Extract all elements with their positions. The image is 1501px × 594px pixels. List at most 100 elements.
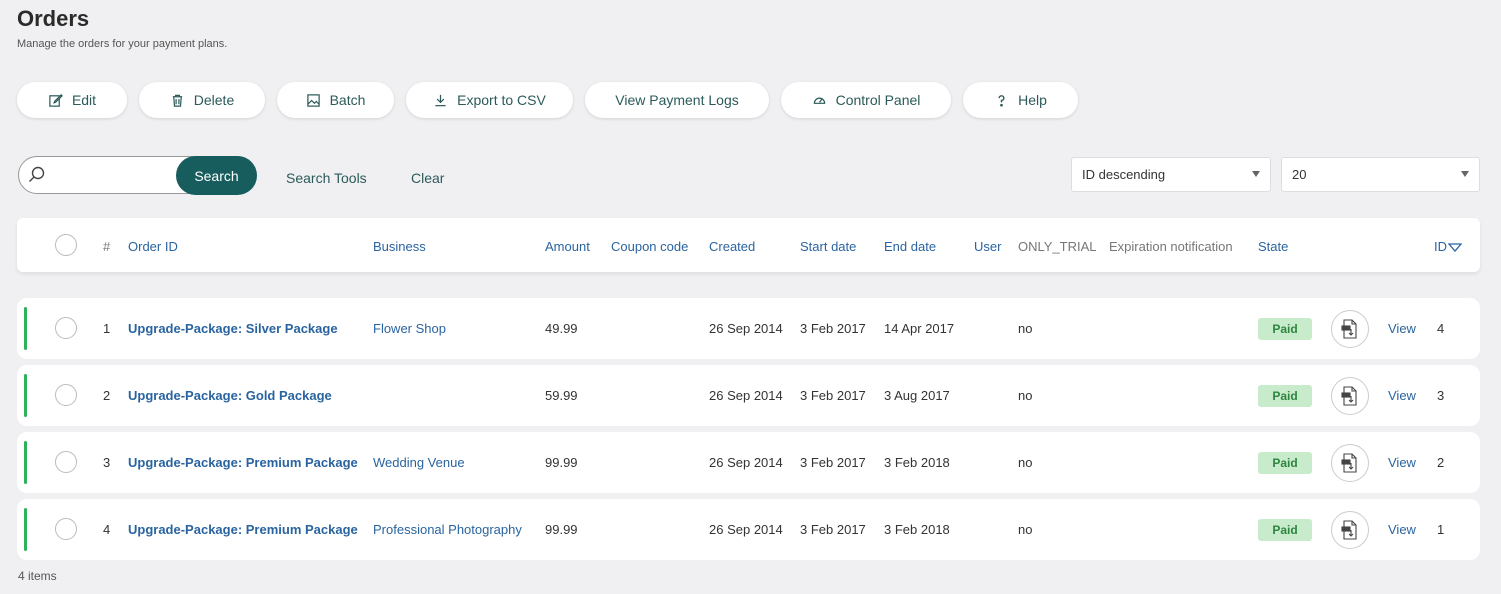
- delete-button[interactable]: Delete: [139, 82, 265, 118]
- pdf-download-button[interactable]: [1331, 511, 1369, 549]
- per-page-select-value: 20: [1292, 167, 1307, 182]
- start-date: 3 Feb 2017: [800, 522, 866, 537]
- row-id: 3: [1437, 388, 1445, 403]
- row-id: 2: [1437, 455, 1445, 470]
- view-payment-logs-label: View Payment Logs: [615, 92, 739, 108]
- header-user[interactable]: User: [974, 239, 1001, 254]
- pdf-download-button[interactable]: [1331, 377, 1369, 415]
- start-date: 3 Feb 2017: [800, 321, 866, 336]
- header-business[interactable]: Business: [373, 239, 426, 254]
- help-icon: [998, 94, 1005, 107]
- header-end-date[interactable]: End date: [884, 239, 936, 254]
- status-badge: Paid: [1258, 519, 1312, 541]
- start-date: 3 Feb 2017: [800, 455, 866, 470]
- amount: 99.99: [545, 455, 578, 470]
- header-expiration-notification: Expiration notification: [1109, 239, 1233, 254]
- image-icon: [306, 93, 320, 107]
- order-id-link[interactable]: Upgrade-Package: Premium Package: [128, 455, 358, 470]
- header-id[interactable]: ID: [1434, 239, 1463, 254]
- sort-select[interactable]: ID descending: [1071, 157, 1271, 192]
- batch-label: Batch: [329, 92, 366, 108]
- batch-button[interactable]: Batch: [277, 82, 394, 118]
- created-date: 26 Sep 2014: [709, 321, 783, 336]
- page-title: Orders: [17, 6, 90, 31]
- header-order-id[interactable]: Order ID: [128, 239, 178, 254]
- business-link[interactable]: Flower Shop: [373, 321, 446, 336]
- row-checkbox[interactable]: [55, 317, 77, 339]
- view-link[interactable]: View: [1388, 522, 1416, 537]
- per-page-select[interactable]: 20: [1281, 157, 1480, 192]
- row-status-accent: [24, 441, 27, 484]
- view-payment-logs-button[interactable]: View Payment Logs: [585, 82, 769, 118]
- header-coupon-code[interactable]: Coupon code: [611, 239, 688, 254]
- sort-select-value: ID descending: [1082, 167, 1166, 182]
- row-checkbox[interactable]: [55, 518, 77, 540]
- view-link[interactable]: View: [1388, 455, 1416, 470]
- table-row[interactable]: 1 Upgrade-Package: Silver Package Flower…: [17, 298, 1480, 359]
- row-checkbox[interactable]: [55, 384, 77, 406]
- export-csv-button[interactable]: Export to CSV: [406, 82, 573, 118]
- control-panel-button[interactable]: Control Panel: [781, 82, 951, 118]
- header-state[interactable]: State: [1258, 239, 1288, 254]
- table-row[interactable]: 4 Upgrade-Package: Premium Package Profe…: [17, 499, 1480, 560]
- row-number: 1: [103, 321, 111, 336]
- delete-label: Delete: [193, 92, 235, 108]
- download-icon: [435, 94, 446, 106]
- created-date: 26 Sep 2014: [709, 522, 783, 537]
- view-link[interactable]: View: [1388, 321, 1416, 336]
- row-number: 2: [103, 388, 111, 403]
- row-status-accent: [24, 307, 27, 350]
- sort-desc-icon: [1447, 242, 1463, 252]
- search-tools-button[interactable]: Search Tools: [286, 170, 367, 186]
- order-id-link[interactable]: Upgrade-Package: Gold Package: [128, 388, 332, 403]
- only-trial: no: [1018, 388, 1033, 403]
- view-link[interactable]: View: [1388, 388, 1416, 403]
- caret-down-icon: [1461, 171, 1469, 177]
- status-badge: Paid: [1258, 385, 1312, 407]
- search-input[interactable]: [53, 163, 177, 189]
- order-id-link[interactable]: Upgrade-Package: Silver Package: [128, 321, 338, 336]
- help-button[interactable]: Help: [963, 82, 1078, 118]
- table-row[interactable]: 2 Upgrade-Package: Gold Package 59.99 26…: [17, 365, 1480, 426]
- search-button[interactable]: Search: [176, 156, 257, 195]
- header-amount[interactable]: Amount: [545, 239, 590, 254]
- pdf-download-button[interactable]: [1331, 310, 1369, 348]
- business-link[interactable]: Professional Photography: [373, 522, 522, 537]
- start-date: 3 Feb 2017: [800, 388, 866, 403]
- end-date: 3 Feb 2018: [884, 455, 950, 470]
- only-trial: no: [1018, 455, 1033, 470]
- edit-button[interactable]: Edit: [17, 82, 127, 118]
- order-id-link[interactable]: Upgrade-Package: Premium Package: [128, 522, 358, 537]
- pdf-download-icon: [1341, 520, 1357, 540]
- business-link[interactable]: Wedding Venue: [373, 455, 465, 470]
- edit-label: Edit: [71, 92, 97, 108]
- header-created[interactable]: Created: [709, 239, 755, 254]
- row-id: 1: [1437, 522, 1445, 537]
- amount: 49.99: [545, 321, 578, 336]
- row-id: 4: [1437, 321, 1445, 336]
- table-row[interactable]: 3 Upgrade-Package: Premium Package Weddi…: [17, 432, 1480, 493]
- header-start-date[interactable]: Start date: [800, 239, 856, 254]
- control-panel-label: Control Panel: [835, 92, 921, 108]
- clear-button[interactable]: Clear: [411, 170, 444, 186]
- caret-down-icon: [1252, 171, 1260, 177]
- header-id-label: ID: [1434, 239, 1447, 254]
- items-count: 4 items: [18, 569, 57, 583]
- header-num: #: [103, 239, 111, 254]
- end-date: 14 Apr 2017: [884, 321, 955, 336]
- only-trial: no: [1018, 522, 1033, 537]
- status-badge: Paid: [1258, 318, 1312, 340]
- created-date: 26 Sep 2014: [709, 388, 783, 403]
- edit-icon: [49, 93, 63, 107]
- status-badge: Paid: [1258, 452, 1312, 474]
- select-all-checkbox[interactable]: [55, 234, 77, 256]
- pdf-download-button[interactable]: [1331, 444, 1369, 482]
- help-label: Help: [1018, 92, 1047, 108]
- amount: 99.99: [545, 522, 578, 537]
- row-checkbox[interactable]: [55, 451, 77, 473]
- dashboard-icon: [813, 97, 825, 104]
- row-number: 4: [103, 522, 111, 537]
- created-date: 26 Sep 2014: [709, 455, 783, 470]
- search-icon: [29, 166, 45, 182]
- header-only-trial: ONLY_TRIAL: [1018, 239, 1097, 254]
